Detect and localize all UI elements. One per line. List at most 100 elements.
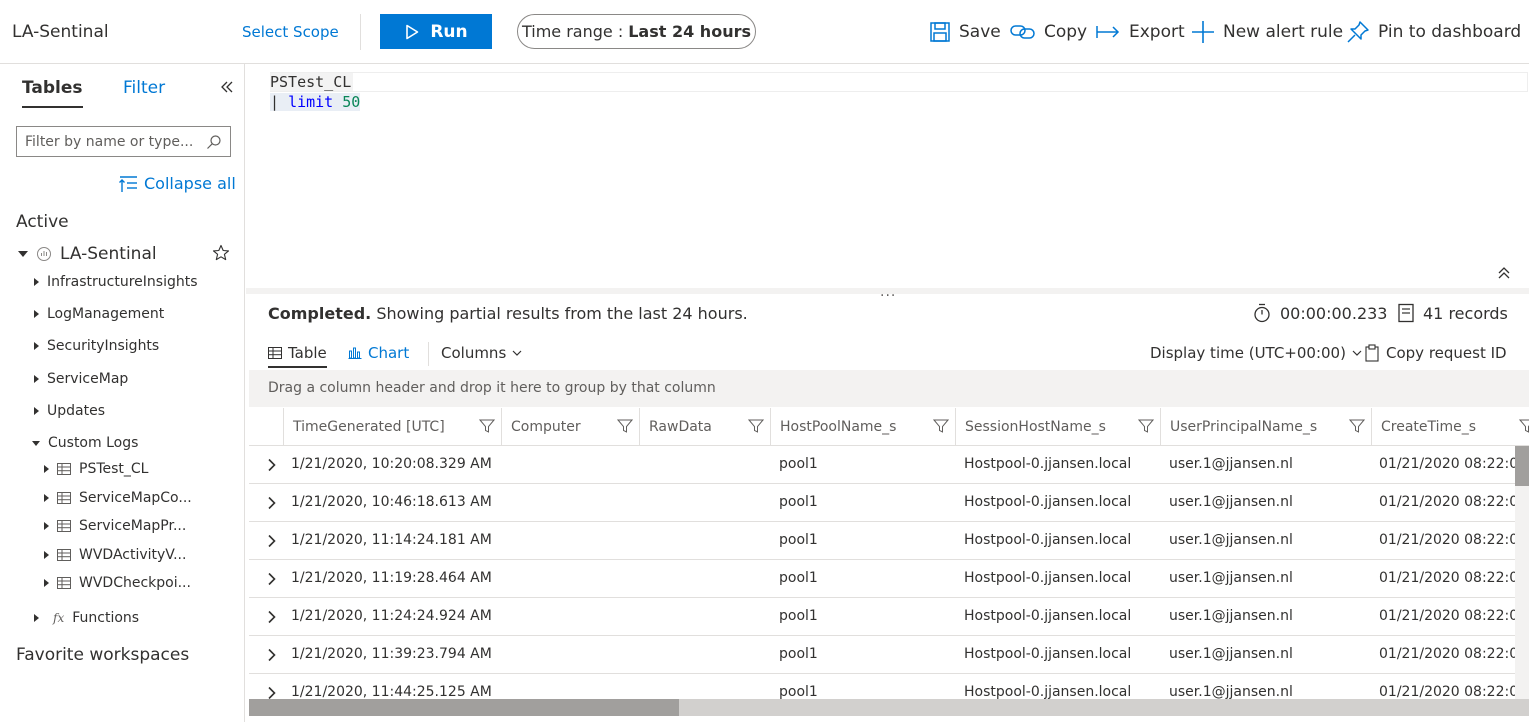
filter-icon[interactable]	[617, 418, 633, 434]
tree-group-infrastructureinsights[interactable]: InfrastructureInsights	[34, 274, 198, 290]
column-header-hostpoolname[interactable]: HostPoolName_s	[770, 408, 955, 446]
chevron-right-icon[interactable]	[267, 572, 277, 586]
column-header-label: TimeGenerated [UTC]	[293, 419, 445, 435]
document-icon	[1397, 303, 1415, 323]
tab-filter[interactable]: Filter	[123, 78, 165, 98]
table-item-wvdcheckpoint[interactable]: WVDCheckpoi...	[44, 575, 191, 591]
column-header-timegenerated[interactable]: TimeGenerated [UTC]	[283, 408, 501, 446]
column-header-label: SessionHostName_s	[965, 419, 1106, 435]
export-label: Export	[1129, 22, 1185, 42]
group-by-drop-zone[interactable]: Drag a column header and drop it here to…	[249, 370, 1529, 407]
table-item-servicemapcomputer[interactable]: ServiceMapCo...	[44, 490, 192, 506]
query-toolbar: LA-Sentinal Select Scope Run Time range …	[0, 0, 1529, 64]
table-row[interactable]: 1/21/2020, 11:24:24.924 AM pool1 Hostpoo…	[249, 598, 1515, 636]
vertical-scrollbar-thumb[interactable]	[1515, 446, 1529, 486]
query-line-1: PSTest_CL	[270, 73, 354, 91]
tree-group-label: InfrastructureInsights	[47, 274, 198, 290]
horizontal-scrollbar[interactable]	[249, 699, 1529, 716]
tab-table[interactable]: Table	[268, 344, 327, 368]
column-header-sessionhostname[interactable]: SessionHostName_s	[955, 408, 1160, 446]
save-button[interactable]: Save	[929, 16, 1001, 48]
current-line-highlight	[270, 72, 1528, 92]
tree-group-servicemap[interactable]: ServiceMap	[34, 371, 128, 387]
record-count: 41 records	[1397, 303, 1508, 323]
table-row[interactable]: 1/21/2020, 11:39:23.794 AM pool1 Hostpoo…	[249, 636, 1515, 674]
cell-sessionhostname: Hostpool-0.jjansen.local	[964, 494, 1132, 510]
chevron-right-icon[interactable]	[267, 610, 277, 624]
table-icon	[57, 520, 71, 532]
columns-label: Columns	[441, 344, 507, 362]
caret-right-icon	[44, 494, 49, 502]
filter-search-box[interactable]	[16, 126, 231, 157]
filter-icon[interactable]	[1138, 418, 1154, 434]
display-time-dropdown[interactable]: Display time (UTC+00:00)	[1150, 344, 1362, 362]
cell-userprincipalname: user.1@jjansen.nl	[1169, 532, 1293, 548]
copy-button[interactable]: Copy	[1010, 16, 1087, 48]
filter-icon[interactable]	[748, 418, 764, 434]
tab-chart[interactable]: Chart	[348, 344, 409, 362]
copy-request-id-button[interactable]: Copy request ID	[1364, 344, 1507, 362]
filter-icon[interactable]	[1349, 418, 1365, 434]
horizontal-scrollbar-thumb[interactable]	[249, 699, 679, 716]
caret-right-icon	[44, 579, 49, 587]
tree-group-securityinsights[interactable]: SecurityInsights	[34, 338, 159, 354]
filter-icon[interactable]	[1519, 418, 1529, 434]
chevron-right-icon[interactable]	[267, 648, 277, 662]
tree-group-updates[interactable]: Updates	[34, 403, 105, 419]
table-item-pstest-cl[interactable]: PSTest_CL	[44, 461, 148, 477]
select-scope-link[interactable]: Select Scope	[242, 23, 339, 41]
query-editor[interactable]: PSTest_CL | limit 50	[246, 64, 1529, 288]
workspace-title: LA-Sentinal	[12, 22, 109, 42]
tree-group-functions[interactable]: fx Functions	[34, 610, 139, 626]
column-header-label: Computer	[511, 419, 581, 435]
columns-dropdown[interactable]: Columns	[441, 344, 522, 362]
tab-tables[interactable]: Tables	[22, 78, 83, 108]
column-header-computer[interactable]: Computer	[501, 408, 639, 446]
column-header-userprincipalname[interactable]: UserPrincipalName_s	[1160, 408, 1371, 446]
cell-sessionhostname: Hostpool-0.jjansen.local	[964, 646, 1132, 662]
chevron-right-icon[interactable]	[267, 534, 277, 548]
vertical-scrollbar[interactable]	[1515, 446, 1529, 699]
tree-group-custom-logs[interactable]: Custom Logs	[32, 435, 138, 451]
column-header-rawdata[interactable]: RawData	[639, 408, 770, 446]
chevron-right-icon[interactable]	[267, 686, 277, 699]
table-item-servicemapprocess[interactable]: ServiceMapPr...	[44, 518, 186, 534]
filter-icon[interactable]	[479, 418, 495, 434]
table-row[interactable]: 1/21/2020, 10:46:18.613 AM pool1 Hostpoo…	[249, 484, 1515, 522]
pin-to-dashboard-button[interactable]: Pin to dashboard	[1346, 16, 1521, 48]
toolbar-divider	[360, 14, 361, 50]
cell-timegenerated: 1/21/2020, 11:44:25.125 AM	[291, 684, 492, 699]
chevron-right-icon[interactable]	[267, 458, 277, 472]
splitter-grip[interactable]: ...	[880, 284, 896, 300]
pipe-operator: |	[270, 93, 280, 111]
table-row[interactable]: 1/21/2020, 11:44:25.125 AM pool1 Hostpoo…	[249, 674, 1515, 699]
cell-hostpoolname: pool1	[779, 684, 818, 699]
collapse-pane-icon[interactable]	[220, 80, 234, 94]
column-header-label: HostPoolName_s	[780, 419, 897, 435]
collapse-editor-icon[interactable]	[1497, 266, 1511, 280]
clipboard-icon	[1364, 344, 1380, 362]
table-row[interactable]: 1/21/2020, 10:20:08.329 AM pool1 Hostpoo…	[249, 446, 1515, 484]
table-row[interactable]: 1/21/2020, 11:14:24.181 AM pool1 Hostpoo…	[249, 522, 1515, 560]
tree-group-logmanagement[interactable]: LogManagement	[34, 306, 164, 322]
export-button[interactable]: Export	[1095, 16, 1185, 48]
table-row[interactable]: 1/21/2020, 11:19:28.464 AM pool1 Hostpoo…	[249, 560, 1515, 598]
query-line-2: | limit 50	[270, 93, 361, 111]
filter-icon[interactable]	[933, 418, 949, 434]
workspace-node[interactable]: LA-Sentinal	[18, 244, 157, 264]
caret-right-icon	[44, 551, 49, 559]
schema-pane: Tables Filter Collapse all Active LA-Sen…	[0, 64, 245, 722]
filter-input[interactable]	[25, 133, 195, 150]
column-header-createtime[interactable]: CreateTime_s	[1371, 408, 1529, 446]
favorite-star-icon[interactable]	[212, 244, 230, 262]
chevron-right-icon[interactable]	[267, 496, 277, 510]
run-button[interactable]: Run	[380, 14, 492, 49]
query-code[interactable]: PSTest_CL | limit 50	[270, 72, 361, 112]
cell-createtime: 01/21/2020 08:22:06	[1379, 684, 1515, 699]
table-item-wvdactivity[interactable]: WVDActivityV...	[44, 547, 186, 563]
time-range-picker[interactable]: Time range : Last 24 hours	[517, 14, 756, 49]
cell-userprincipalname: user.1@jjansen.nl	[1169, 456, 1293, 472]
new-alert-rule-button[interactable]: New alert rule	[1191, 16, 1343, 48]
tab-chart-label: Chart	[368, 344, 410, 362]
collapse-all-button[interactable]: Collapse all	[118, 174, 236, 193]
